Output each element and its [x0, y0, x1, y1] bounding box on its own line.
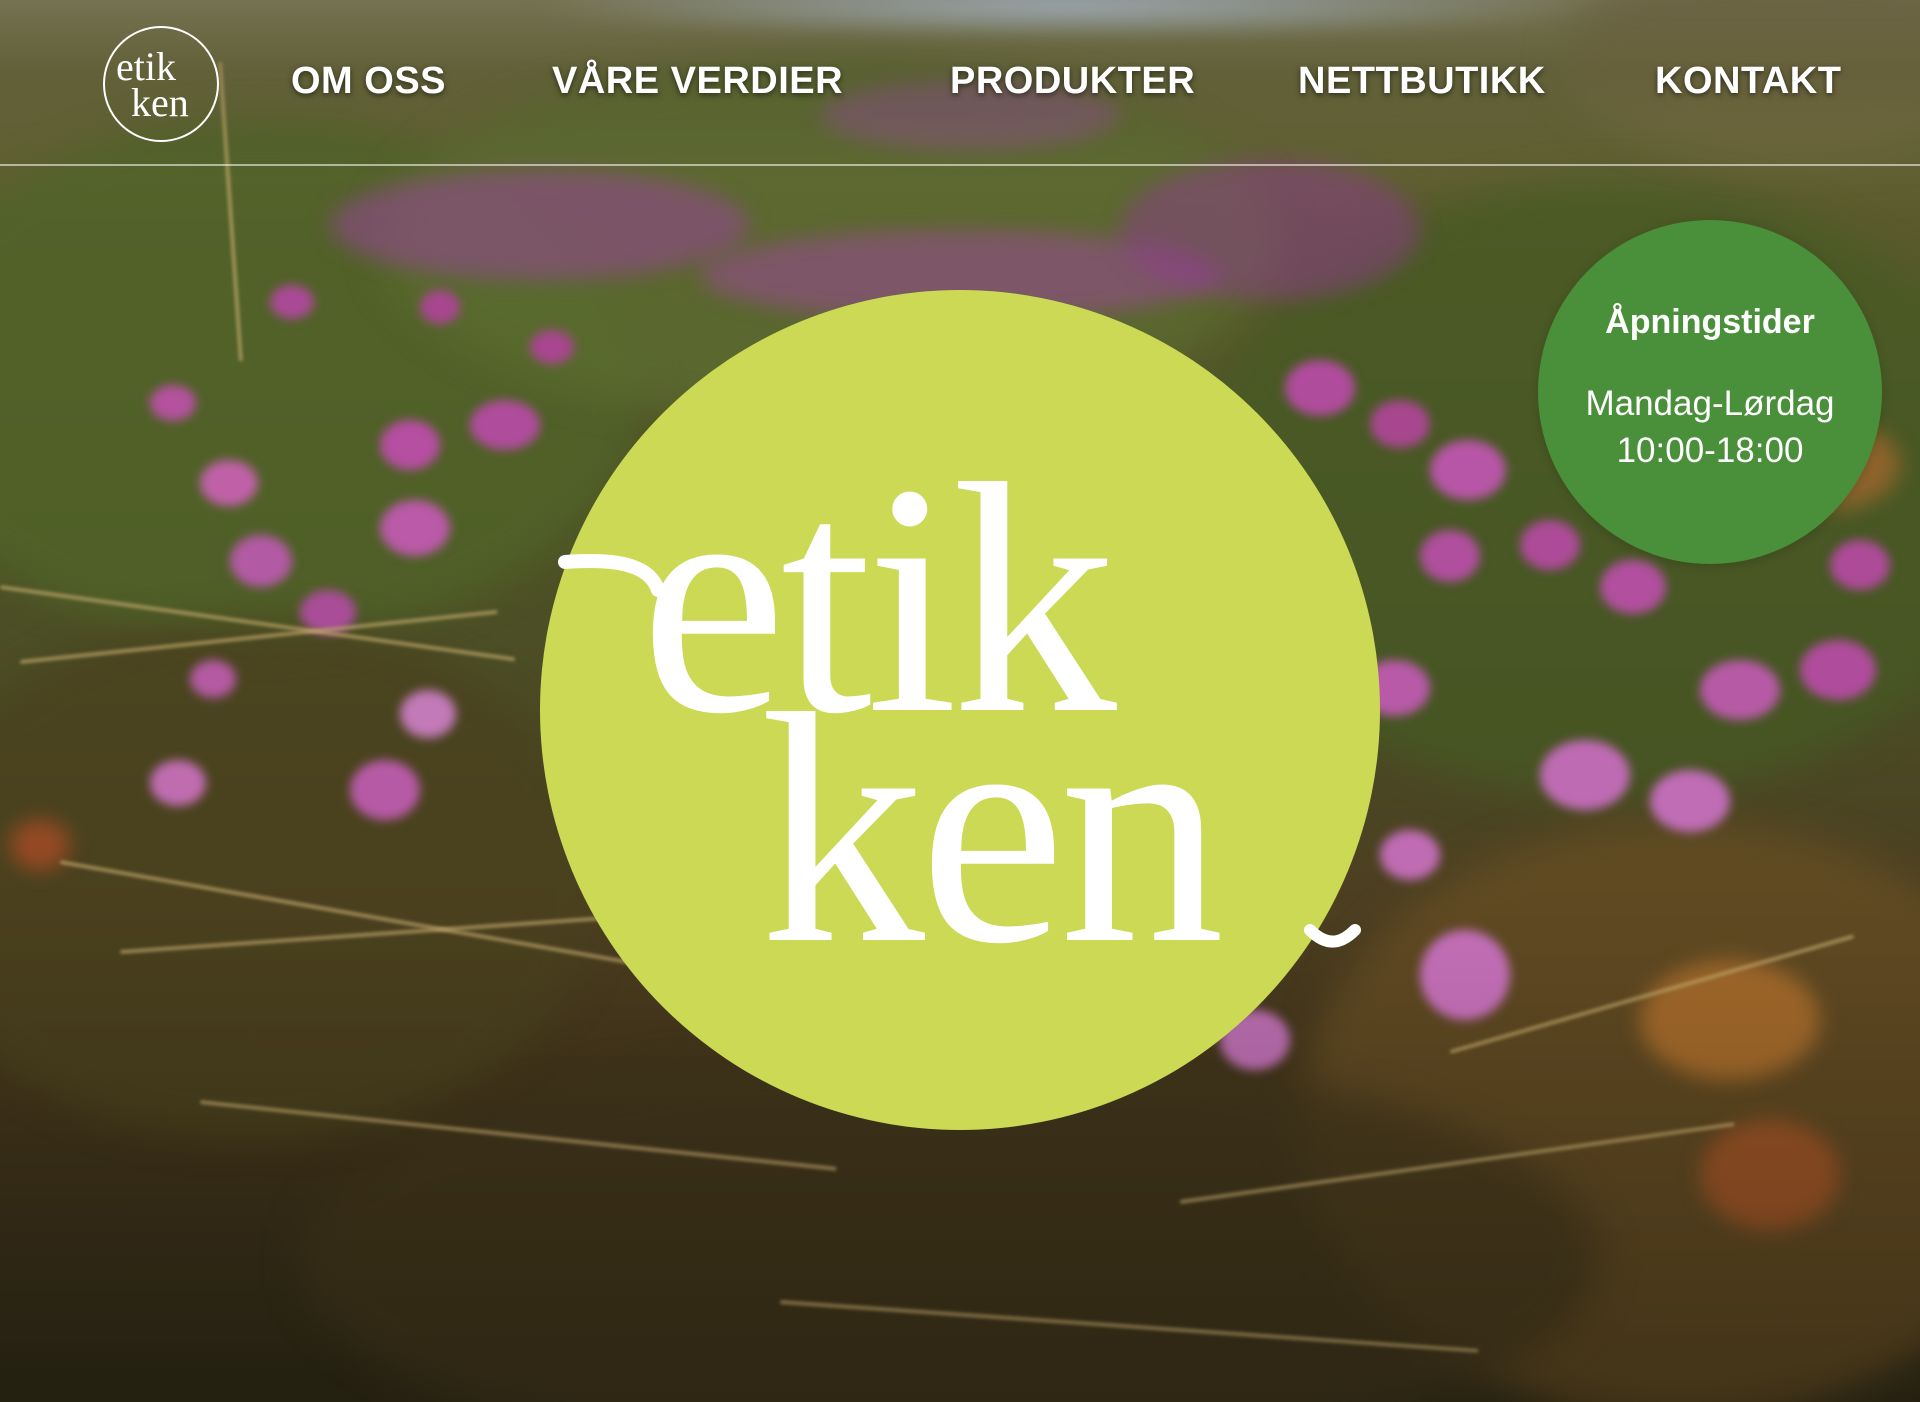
hero-logo-line2: ken [760, 647, 1224, 1012]
opening-hours-badge: Åpningstider Mandag-Lørdag 10:00-18:00 [1538, 220, 1882, 564]
opening-hours-days: Mandag-Lørdag [1585, 384, 1835, 423]
header-divider [0, 164, 1920, 166]
opening-hours-title: Åpningstider [1605, 303, 1815, 341]
hero-logo: etik ken [540, 290, 1380, 1130]
opening-hours-time: 10:00-18:00 [1616, 431, 1804, 470]
nav-om-oss[interactable]: OM OSS [291, 58, 446, 104]
site-header: etik ken OM OSS VÅRE VERDIER PRODUKTER N… [0, 0, 1920, 166]
nav-nettbutikk[interactable]: NETTBUTIKK [1298, 58, 1546, 104]
nav-vare-verdier[interactable]: VÅRE VERDIER [552, 58, 843, 104]
main-navigation: OM OSS VÅRE VERDIER PRODUKTER NETTBUTIKK… [0, 0, 1920, 165]
nav-produkter[interactable]: PRODUKTER [950, 58, 1195, 104]
nav-kontakt[interactable]: KONTAKT [1655, 58, 1841, 104]
page: etik ken OM OSS VÅRE VERDIER PRODUKTER N… [0, 0, 1920, 1402]
